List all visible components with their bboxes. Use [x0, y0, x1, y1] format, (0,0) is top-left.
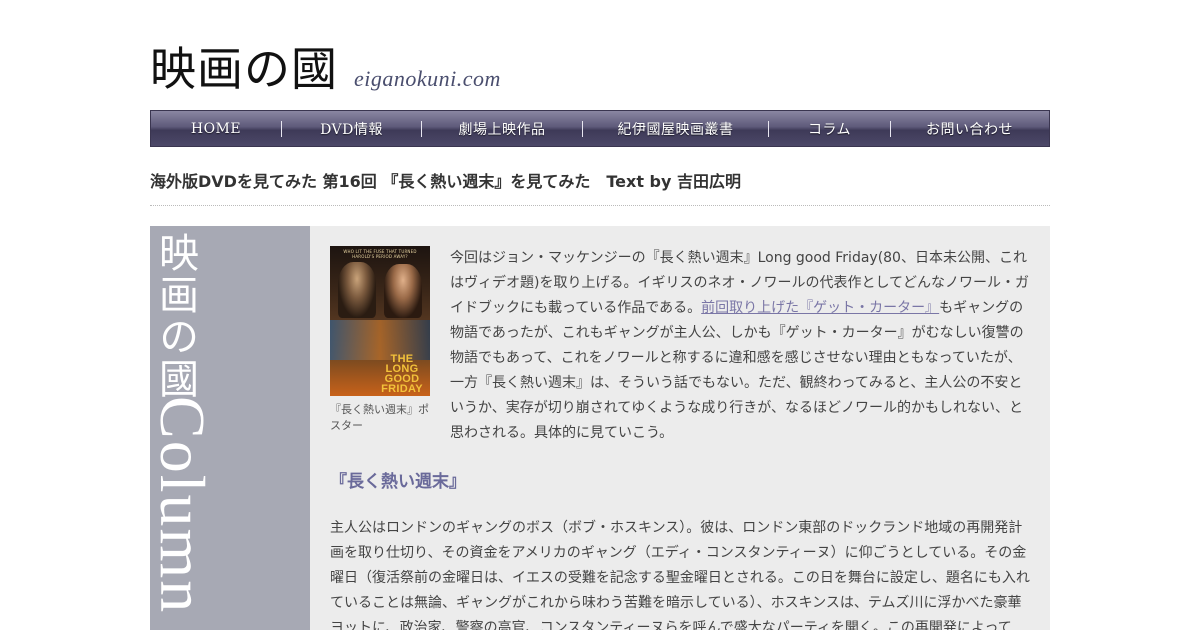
nav-item-dvd[interactable]: DVD情報 [282, 111, 421, 146]
page-title: 海外版DVDを見てみた 第16回 『長く熱い週末』を見てみた Text by 吉… [150, 172, 741, 191]
movie-poster-image[interactable]: WHO LIT THE FUSE THAT TURNED HAROLD'S PE… [330, 246, 430, 396]
poster-title: THE LONG GOOD FRIDAY [381, 353, 423, 395]
nav-item-home[interactable]: HOME [151, 111, 281, 146]
intro-paragraph: 今回はジョン・マッケンジーの『長く熱い週末』Long good Friday(8… [450, 246, 1030, 446]
poster-tagline: WHO LIT THE FUSE THAT TURNED HAROLD'S PE… [343, 249, 417, 259]
nav-item-books[interactable]: 紀伊國屋映画叢書 [583, 111, 768, 146]
nav-item-column[interactable]: コラム [769, 111, 890, 146]
main-nav: HOME DVD情報 劇場上映作品 紀伊國屋映画叢書 コラム お問い合わせ [150, 110, 1050, 147]
previous-column-link[interactable]: 前回取り上げた『ゲット・カーター』 [701, 300, 939, 316]
nav-item-theater[interactable]: 劇場上映作品 [422, 111, 582, 146]
sidebar-title-jp: 映画の國 [152, 232, 198, 400]
poster-figure-woman [384, 264, 422, 318]
logo-domain-text: eiganokuni.com [354, 66, 501, 91]
title-divider [150, 205, 1050, 206]
logo-main-text: 映画の國 [150, 42, 338, 96]
article-content: WHO LIT THE FUSE THAT TURNED HAROLD'S PE… [310, 226, 1050, 630]
section-heading: 『長く熱い週末』 [330, 472, 466, 492]
intro-text-after: もギャングの物語であったが、これもギャングが主人公、しかも『ゲット・カーター』が… [450, 300, 1024, 441]
sidebar-column-banner: 映画の國 Column [150, 226, 310, 630]
poster-caption: 『長く熱い週末』ポスター [330, 403, 429, 432]
poster-figure-man [338, 262, 376, 318]
body-paragraph: 主人公はロンドンのギャングのボス（ボブ・ホスキンス）。彼は、ロンドン東部のドック… [330, 520, 1030, 630]
nav-item-contact[interactable]: お問い合わせ [891, 111, 1048, 146]
sidebar-title-en: Column [150, 396, 218, 615]
page-wrapper: 映画の國 eiganokuni.com HOME DVD情報 劇場上映作品 紀伊… [150, 0, 1050, 630]
site-logo[interactable]: 映画の國 eiganokuni.com [150, 36, 501, 96]
